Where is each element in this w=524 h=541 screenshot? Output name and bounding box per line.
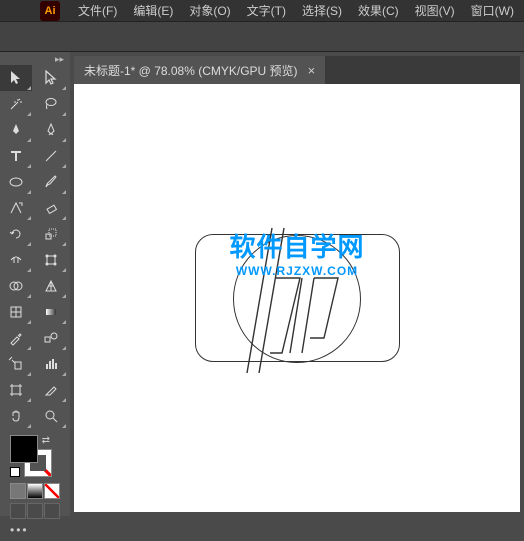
document-tab-bar: 未标题-1* @ 78.08% (CMYK/GPU 预览) × — [74, 56, 520, 84]
type-tool[interactable] — [0, 143, 32, 169]
eraser-tool[interactable] — [35, 195, 67, 221]
menu-window[interactable]: 窗口(W) — [463, 0, 522, 21]
artboard-tool[interactable] — [0, 377, 32, 403]
screen-mode-row — [10, 503, 66, 519]
draw-behind[interactable] — [27, 503, 43, 519]
color-mode-none[interactable] — [44, 483, 60, 499]
default-fill-stroke-icon[interactable] — [10, 467, 20, 477]
hand-tool[interactable] — [0, 403, 32, 429]
canvas[interactable]: 软件自学网 WWW.RJZXW.COM — [74, 84, 520, 512]
paintbrush-tool[interactable] — [35, 169, 67, 195]
selection-tool[interactable] — [0, 65, 32, 91]
direct-selection-tool[interactable] — [35, 65, 67, 91]
fill-stroke-swatches[interactable]: ⇄ — [10, 435, 52, 477]
menu-object[interactable]: 对象(O) — [181, 0, 238, 21]
column-graph-tool[interactable] — [35, 351, 67, 377]
blend-tool[interactable] — [35, 325, 67, 351]
line-tool[interactable] — [35, 143, 67, 169]
lasso-tool[interactable] — [35, 91, 67, 117]
curvature-tool[interactable] — [35, 117, 67, 143]
mesh-tool[interactable] — [0, 299, 32, 325]
watermark: 软件自学网 WWW.RJZXW.COM — [229, 227, 364, 278]
color-mode-solid[interactable] — [10, 483, 26, 499]
swap-fill-stroke-icon[interactable]: ⇄ — [42, 435, 50, 446]
menu-select[interactable]: 选择(S) — [294, 0, 350, 21]
gradient-tool[interactable] — [35, 299, 67, 325]
rotate-tool[interactable] — [0, 221, 32, 247]
ellipse-tool[interactable] — [0, 169, 32, 195]
perspective-tool[interactable] — [35, 273, 67, 299]
pen-tool[interactable] — [0, 117, 32, 143]
watermark-title: 软件自学网 — [229, 227, 364, 264]
workspace: ▸▸ — [0, 52, 524, 516]
artwork-rect: 软件自学网 WWW.RJZXW.COM — [195, 234, 400, 362]
close-icon[interactable]: × — [308, 63, 316, 78]
scale-tool[interactable] — [35, 221, 67, 247]
document-tab[interactable]: 未标题-1* @ 78.08% (CMYK/GPU 预览) × — [74, 56, 325, 84]
menu-file[interactable]: 文件(F) — [70, 0, 125, 21]
zoom-tool[interactable] — [35, 403, 67, 429]
color-mode-gradient[interactable] — [27, 483, 43, 499]
color-controls: ⇄ ••• — [0, 431, 70, 541]
width-tool[interactable] — [0, 247, 32, 273]
shaper-tool[interactable] — [0, 195, 32, 221]
menu-type[interactable]: 文字(T) — [239, 0, 294, 21]
artwork: 软件自学网 WWW.RJZXW.COM — [195, 234, 400, 362]
app-logo: Ai — [40, 1, 60, 21]
free-transform-tool[interactable] — [35, 247, 67, 273]
eyedropper-tool[interactable] — [0, 325, 32, 351]
menu-bar: Ai 文件(F) 编辑(E) 对象(O) 文字(T) 选择(S) 效果(C) 视… — [0, 0, 524, 22]
magic-wand-tool[interactable] — [0, 91, 32, 117]
slice-tool[interactable] — [35, 377, 67, 403]
watermark-url: WWW.RJZXW.COM — [229, 264, 364, 278]
fill-swatch[interactable] — [10, 435, 38, 463]
draw-inside[interactable] — [44, 503, 60, 519]
control-bar — [0, 22, 524, 52]
tool-panel: ▸▸ — [0, 52, 70, 516]
edit-toolbar-button[interactable]: ••• — [10, 523, 66, 537]
menu-effect[interactable]: 效果(C) — [350, 0, 407, 21]
tool-grid — [0, 65, 70, 429]
panel-collapse[interactable]: ▸▸ — [0, 54, 70, 65]
canvas-area: 未标题-1* @ 78.08% (CMYK/GPU 预览) × — [74, 56, 520, 512]
color-mode-row — [10, 483, 66, 499]
menu-view[interactable]: 视图(V) — [407, 0, 463, 21]
menu-edit[interactable]: 编辑(E) — [125, 0, 181, 21]
draw-normal[interactable] — [10, 503, 26, 519]
shape-builder-tool[interactable] — [0, 273, 32, 299]
symbol-sprayer-tool[interactable] — [0, 351, 32, 377]
document-tab-title: 未标题-1* @ 78.08% (CMYK/GPU 预览) — [84, 62, 298, 79]
